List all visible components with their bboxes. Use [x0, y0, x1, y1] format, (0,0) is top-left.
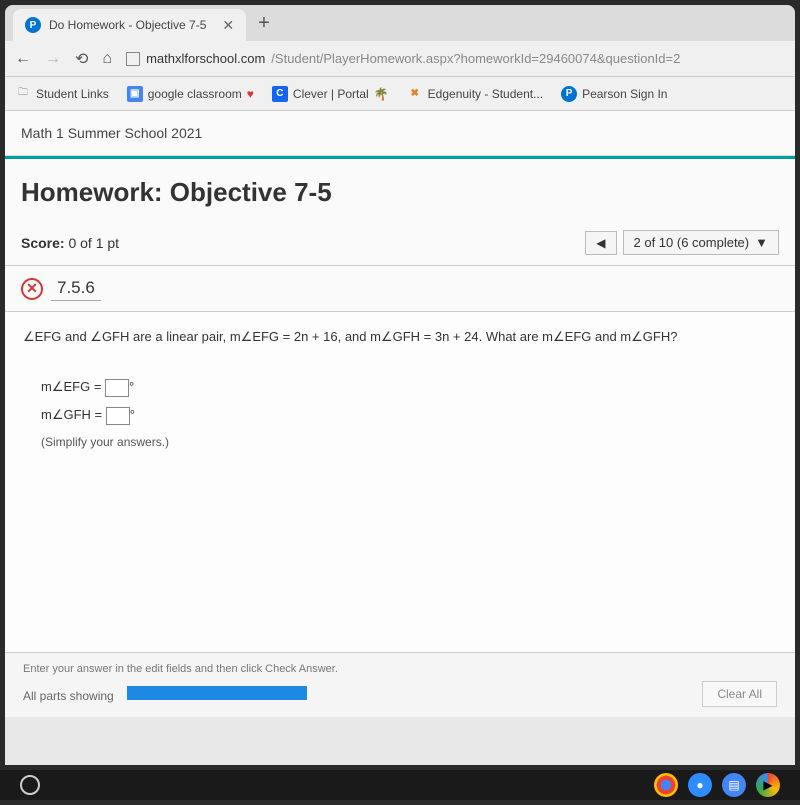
progress-text: 2 of 10 (6 complete)	[634, 235, 750, 250]
course-name: Math 1 Summer School 2021	[5, 111, 795, 156]
score-value: 0 of 1 pt	[68, 235, 119, 251]
docs-icon[interactable]: ▤	[722, 773, 746, 797]
degree-symbol: °	[129, 379, 134, 394]
zoom-icon[interactable]: ●	[688, 773, 712, 797]
score-bar: Score: 0 of 1 pt ◀ 2 of 10 (6 complete) …	[5, 222, 795, 266]
bookmark-label: Pearson Sign In	[582, 87, 667, 101]
bookmarks-bar: 🗀 Student Links ▣ google classroom ♥ C C…	[5, 77, 795, 111]
url-domain: mathxlforschool.com	[146, 51, 265, 66]
url-bar[interactable]: mathxlforschool.com/Student/PlayerHomewo…	[126, 51, 785, 66]
reload-icon[interactable]: ⟲	[75, 49, 88, 69]
simplify-note: (Simplify your answers.)	[41, 432, 777, 452]
chrome-icon[interactable]	[654, 773, 678, 797]
prev-question-button[interactable]: ◀	[585, 231, 616, 255]
answer-input-efg[interactable]	[105, 379, 129, 397]
progress-fill	[127, 686, 307, 700]
play-store-icon[interactable]: ▶	[756, 773, 780, 797]
chevron-down-icon: ▼	[755, 235, 768, 250]
clear-all-button[interactable]: Clear All	[702, 681, 777, 707]
tab-title: Do Homework - Objective 7-5	[49, 18, 206, 32]
google-classroom-icon: ▣	[127, 86, 143, 102]
footer-instruction: Enter your answer in the edit fields and…	[23, 663, 777, 675]
new-tab-button[interactable]: +	[258, 12, 270, 35]
pearson-icon: P	[561, 86, 577, 102]
progress-bar	[127, 686, 307, 700]
palm-icon: 🌴	[374, 87, 389, 101]
incorrect-icon: ✕	[21, 278, 43, 300]
bookmark-label: Student Links	[36, 87, 109, 101]
question-prompt: ∠EFG and ∠GFH are a linear pair, m∠EFG =…	[23, 326, 777, 348]
browser-nav-bar: ← → ⟲ ⌂ mathxlforschool.com/Student/Play…	[5, 41, 795, 77]
site-info-icon[interactable]	[126, 52, 140, 66]
bookmark-clever[interactable]: C Clever | Portal 🌴	[272, 86, 389, 102]
answer-input-gfh[interactable]	[106, 407, 130, 425]
answer-label-gfh: m∠GFH =	[41, 407, 102, 422]
home-icon[interactable]: ⌂	[102, 50, 112, 68]
pearson-favicon: P	[25, 17, 41, 33]
question-progress[interactable]: 2 of 10 (6 complete) ▼	[623, 230, 780, 255]
browser-tab[interactable]: P Do Homework - Objective 7-5 ✕	[13, 9, 246, 41]
score-label: Score:	[21, 235, 65, 251]
footer: Enter your answer in the edit fields and…	[5, 652, 795, 717]
bookmark-google-classroom[interactable]: ▣ google classroom ♥	[127, 86, 254, 102]
degree-symbol: °	[130, 407, 135, 422]
edgenuity-icon: ✖	[407, 86, 423, 102]
back-icon[interactable]: ←	[15, 50, 31, 68]
question-body: ∠EFG and ∠GFH are a linear pair, m∠EFG =…	[5, 312, 795, 652]
launcher-icon[interactable]	[20, 775, 40, 795]
bookmark-label: Edgenuity - Student...	[428, 87, 543, 101]
question-header: ✕ 7.5.6	[5, 266, 795, 312]
answer-label-efg: m∠EFG =	[41, 379, 101, 394]
parts-label: All parts showing	[23, 689, 114, 703]
chrome-os-shelf: ● ▤ ▶	[0, 770, 800, 800]
forward-icon[interactable]: →	[45, 50, 61, 68]
clever-icon: C	[272, 86, 288, 102]
question-number: 7.5.6	[51, 276, 101, 301]
bookmark-label: Clever | Portal	[293, 87, 369, 101]
bookmark-edgenuity[interactable]: ✖ Edgenuity - Student...	[407, 86, 543, 102]
homework-title: Homework: Objective 7-5	[5, 159, 795, 222]
folder-icon: 🗀	[15, 86, 31, 102]
browser-tab-bar: P Do Homework - Objective 7-5 ✕ +	[5, 5, 795, 41]
heart-icon: ♥	[247, 87, 254, 101]
bookmark-label: google classroom	[148, 87, 242, 101]
bookmark-student-links[interactable]: 🗀 Student Links	[15, 86, 109, 102]
close-icon[interactable]: ✕	[222, 17, 234, 34]
url-path: /Student/PlayerHomework.aspx?homeworkId=…	[271, 51, 680, 66]
bookmark-pearson[interactable]: P Pearson Sign In	[561, 86, 667, 102]
